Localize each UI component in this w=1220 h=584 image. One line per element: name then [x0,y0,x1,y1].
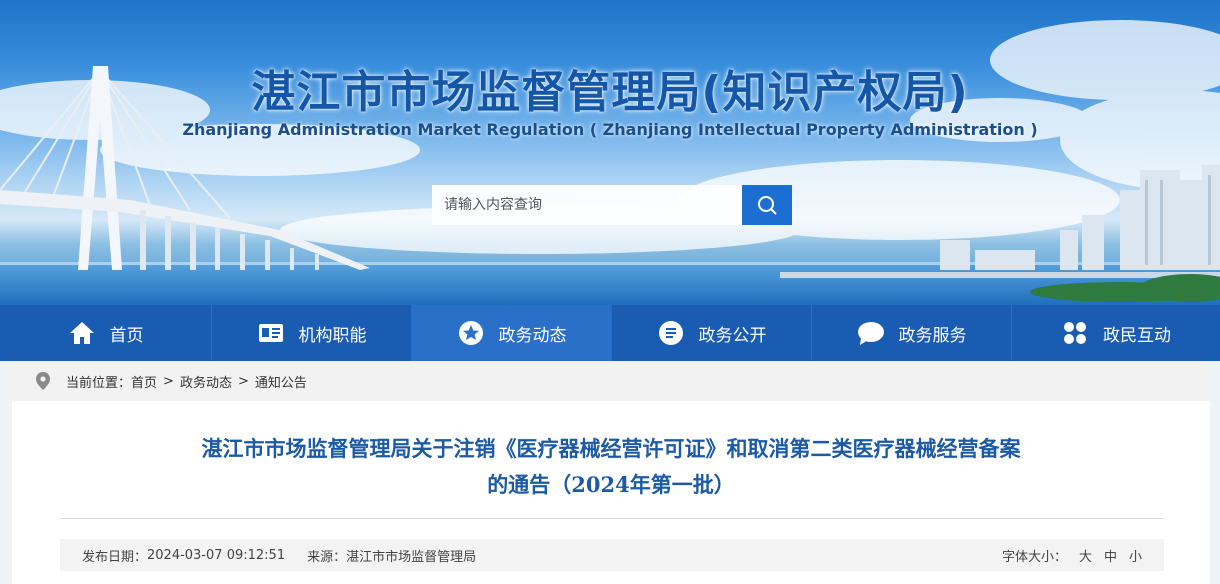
nav-label: 政务公开 [698,325,767,346]
location-pin-icon [36,372,50,390]
banner-background-illustration [0,20,1220,305]
divider [60,518,1164,519]
font-size-small[interactable]: 小 [1129,546,1142,565]
breadcrumb-prefix: 当前位置： [66,375,132,391]
breadcrumb-notices[interactable]: 通知公告 [255,372,307,391]
search-input[interactable] [432,185,742,225]
article-title: 湛江市市场监督管理局关于注销《医疗器械经营许可证》和取消第二类医疗器械经营备案 … [12,431,1210,503]
site-title: 湛江市市场监督管理局(知识产权局) [251,67,969,118]
publish-date: 2024-03-07 09:12:51 [147,547,286,563]
search-button[interactable] [742,185,792,225]
site-subtitle: Zhanjiang Administration Market Regulati… [182,120,1038,139]
nav-label: 政民互动 [1103,325,1171,346]
source-label: 来源： [307,549,347,565]
breadcrumb: 当前位置： 首页 > 政务动态 > 通知公告 [12,361,1210,401]
nav-item-home[interactable]: 首页 [0,305,212,361]
nav-label: 首页 [109,325,144,346]
nav-item-organization[interactable]: 机构职能 [212,305,412,361]
main-nav: 首页 机构职能 政务动态 政务公开 政务服务 政民互动 [0,305,1220,361]
grid-petals-icon [1061,319,1089,347]
publish-date-label: 发布日期： [82,549,148,565]
article-title-line1: 湛江市市场监督管理局关于注销《医疗器械经营许可证》和取消第二类医疗器械经营备案 [201,436,1021,461]
nav-label: 政务动态 [498,325,567,346]
article-meta-bar: 发布日期： 2024-03-07 09:12:51 来源： 湛江市市场监督管理局… [60,539,1164,571]
header-banner: 湛江市市场监督管理局(知识产权局) Zhanjiang Administrati… [0,0,1220,305]
source-value: 湛江市市场监督管理局 [346,549,477,565]
search-icon [758,196,777,215]
breadcrumb-news[interactable]: 政务动态 [180,372,232,391]
breadcrumb-home[interactable]: 首页 [131,372,157,391]
nav-item-news[interactable]: 政务动态 [412,305,612,361]
font-size-large[interactable]: 大 [1079,546,1092,565]
nav-item-disclosure[interactable]: 政务公开 [612,305,812,361]
nav-item-services[interactable]: 政务服务 [812,305,1012,361]
breadcrumb-separator: > [237,373,249,389]
article-container: 湛江市市场监督管理局关于注销《医疗器械经营许可证》和取消第二类医疗器械经营备案 … [12,401,1210,584]
breadcrumb-separator: > [163,373,174,389]
list-circle-icon [657,319,685,347]
nav-label: 政务服务 [898,325,967,346]
chat-bubble-icon [857,319,885,347]
font-size-label: 字体大小： [1001,549,1067,565]
article-title-line2: 的通告（2024年第一批） [487,472,735,497]
star-badge-icon [457,319,485,347]
nav-label: 机构职能 [298,325,367,346]
id-card-icon [257,319,285,347]
nav-item-interaction[interactable]: 政民互动 [1012,305,1220,361]
font-size-medium[interactable]: 中 [1104,546,1117,565]
search-box [432,185,792,225]
home-icon [68,319,96,347]
